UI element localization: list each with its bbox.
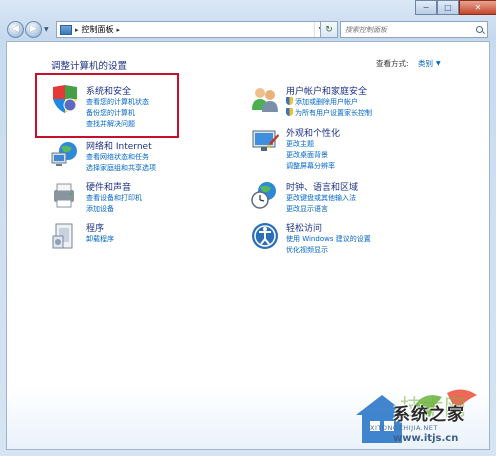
link-add-remove-users[interactable]: 添加或删除用户帐户 [286, 97, 358, 107]
arrow-right-icon: ▶ [30, 24, 37, 34]
link-text: 为所有用户设置家长控制 [295, 109, 372, 117]
view-by-dropdown[interactable]: 类别 [418, 58, 433, 69]
refresh-icon: ↻ [325, 24, 333, 35]
programs-icon[interactable] [50, 221, 80, 251]
category-appearance: 外观和个性化 更改主题 更改桌面背景 调整屏幕分辨率 [250, 126, 380, 176]
search-input[interactable] [341, 24, 473, 35]
highlight-annotation [35, 73, 179, 138]
uac-shield-icon [286, 108, 293, 116]
forward-button[interactable]: ▶ [25, 21, 42, 38]
category-programs: 程序 卸载程序 [50, 221, 150, 251]
link-optimize-display[interactable]: 优化视频显示 [286, 245, 328, 255]
link-text: 添加或删除用户帐户 [295, 98, 358, 106]
category-title[interactable]: 外观和个性化 [286, 126, 340, 139]
category-hardware-sound: 硬件和声音 查看设备和打印机 添加设备 [50, 180, 180, 216]
link-change-theme[interactable]: 更改主题 [286, 139, 314, 149]
link-change-keyboard[interactable]: 更改键盘或其他输入法 [286, 193, 356, 203]
category-title[interactable]: 网络和 Internet [86, 139, 152, 152]
link-add-device[interactable]: 添加设备 [86, 204, 114, 214]
link-recommended-settings[interactable]: 使用 Windows 建议的设置 [286, 234, 371, 244]
category-title[interactable]: 用户帐户和家庭安全 [286, 84, 367, 97]
page-title: 调整计算机的设置 [51, 61, 128, 72]
link-devices-printers[interactable]: 查看设备和打印机 [86, 193, 142, 203]
category-ease-of-access: 轻松访问 使用 Windows 建议的设置 优化视频显示 [250, 221, 420, 257]
appearance-icon[interactable] [250, 126, 280, 156]
watermark-site-name: 系统之家 [393, 405, 465, 425]
category-title[interactable]: 轻松访问 [286, 221, 322, 234]
window-controls: − □ ✕ [415, 0, 496, 15]
view-by-label: 查看方式: [376, 59, 409, 68]
ease-of-access-icon[interactable] [250, 221, 280, 251]
watermark-pinyin: XITONGZHIJIA.NET [370, 424, 438, 432]
search-box [340, 21, 488, 38]
maximize-button[interactable]: □ [437, 0, 459, 15]
breadcrumb-separator-icon[interactable]: ▸ [117, 26, 121, 34]
clock-language-icon[interactable] [250, 180, 280, 210]
address-bar[interactable]: ▸ 控制面板 ▸ ▼ [56, 21, 328, 38]
watermark-url: www.itjs.cn [393, 433, 459, 444]
minimize-button[interactable]: − [415, 0, 437, 15]
category-title[interactable]: 硬件和声音 [86, 180, 131, 193]
close-button[interactable]: ✕ [459, 0, 496, 15]
category-title[interactable]: 时钟、语言和区域 [286, 180, 358, 193]
hardware-sound-icon[interactable] [50, 180, 80, 210]
link-homegroup-sharing[interactable]: 选择家庭组和共享选项 [86, 163, 156, 173]
category-title[interactable]: 程序 [86, 221, 104, 234]
link-parental-controls[interactable]: 为所有用户设置家长控制 [286, 108, 372, 118]
link-change-desktop-background[interactable]: 更改桌面背景 [286, 150, 328, 160]
link-network-status[interactable]: 查看网络状态和任务 [86, 152, 149, 162]
user-accounts-icon[interactable] [250, 84, 280, 114]
search-icon[interactable] [476, 25, 484, 34]
link-change-display-language[interactable]: 更改显示语言 [286, 204, 328, 214]
category-network-internet: 网络和 Internet 查看网络状态和任务 选择家庭组和共享选项 [50, 139, 210, 175]
back-button[interactable]: ◀ [7, 21, 24, 38]
network-icon[interactable] [50, 139, 80, 169]
link-adjust-resolution[interactable]: 调整屏幕分辨率 [286, 161, 335, 171]
breadcrumb-separator-icon[interactable]: ▸ [75, 26, 79, 34]
control-panel-icon [60, 24, 72, 35]
category-user-accounts: 用户帐户和家庭安全 添加或删除用户帐户 为所有用户设置家长控制 [250, 84, 430, 126]
category-clock-language-region: 时钟、语言和区域 更改键盘或其他输入法 更改显示语言 [250, 180, 400, 216]
uac-shield-icon [286, 97, 293, 105]
breadcrumb-control-panel[interactable]: 控制面板 [82, 24, 114, 35]
link-uninstall-program[interactable]: 卸载程序 [86, 234, 114, 244]
refresh-button[interactable]: ↻ [320, 21, 338, 38]
recent-pages-dropdown[interactable]: ▼ [44, 26, 49, 33]
arrow-left-icon: ◀ [12, 24, 19, 34]
chevron-down-icon[interactable]: ▼ [436, 60, 441, 67]
